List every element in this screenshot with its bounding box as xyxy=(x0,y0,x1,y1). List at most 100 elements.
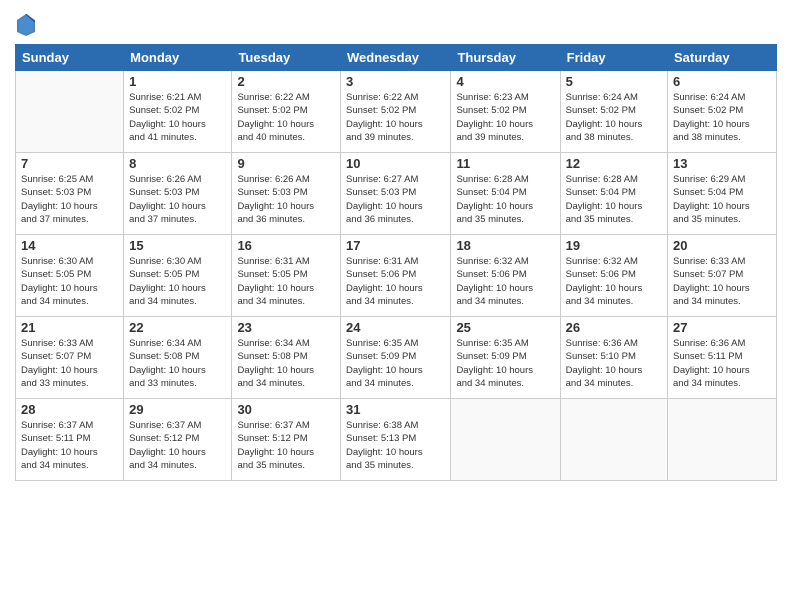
weekday-header: Thursday xyxy=(451,45,560,71)
day-number: 12 xyxy=(566,156,662,171)
day-number: 4 xyxy=(456,74,554,89)
calendar-cell: 28 Sunrise: 6:37 AM Sunset: 5:11 PM Dayli… xyxy=(16,399,124,481)
day-info: Sunrise: 6:36 AM Sunset: 5:10 PM Dayligh… xyxy=(566,337,662,390)
day-info: Sunrise: 6:23 AM Sunset: 5:02 PM Dayligh… xyxy=(456,91,554,144)
day-number: 24 xyxy=(346,320,445,335)
calendar-cell: 30 Sunrise: 6:37 AM Sunset: 5:12 PM Dayli… xyxy=(232,399,341,481)
day-number: 19 xyxy=(566,238,662,253)
weekday-header-row: SundayMondayTuesdayWednesdayThursdayFrid… xyxy=(16,45,777,71)
calendar: SundayMondayTuesdayWednesdayThursdayFrid… xyxy=(15,44,777,481)
day-number: 29 xyxy=(129,402,226,417)
day-info: Sunrise: 6:29 AM Sunset: 5:04 PM Dayligh… xyxy=(673,173,771,226)
calendar-cell: 14 Sunrise: 6:30 AM Sunset: 5:05 PM Dayli… xyxy=(16,235,124,317)
day-number: 22 xyxy=(129,320,226,335)
calendar-cell: 1 Sunrise: 6:21 AM Sunset: 5:02 PM Daylig… xyxy=(124,71,232,153)
calendar-cell: 18 Sunrise: 6:32 AM Sunset: 5:06 PM Dayli… xyxy=(451,235,560,317)
calendar-cell xyxy=(560,399,667,481)
calendar-cell: 7 Sunrise: 6:25 AM Sunset: 5:03 PM Daylig… xyxy=(16,153,124,235)
weekday-header: Friday xyxy=(560,45,667,71)
day-info: Sunrise: 6:24 AM Sunset: 5:02 PM Dayligh… xyxy=(566,91,662,144)
logo-icon xyxy=(17,14,35,36)
day-number: 14 xyxy=(21,238,118,253)
day-number: 25 xyxy=(456,320,554,335)
day-number: 16 xyxy=(237,238,335,253)
day-number: 9 xyxy=(237,156,335,171)
day-info: Sunrise: 6:21 AM Sunset: 5:02 PM Dayligh… xyxy=(129,91,226,144)
day-number: 17 xyxy=(346,238,445,253)
calendar-cell: 6 Sunrise: 6:24 AM Sunset: 5:02 PM Daylig… xyxy=(668,71,777,153)
day-info: Sunrise: 6:36 AM Sunset: 5:11 PM Dayligh… xyxy=(673,337,771,390)
calendar-cell: 20 Sunrise: 6:33 AM Sunset: 5:07 PM Dayli… xyxy=(668,235,777,317)
calendar-cell: 22 Sunrise: 6:34 AM Sunset: 5:08 PM Dayli… xyxy=(124,317,232,399)
day-info: Sunrise: 6:38 AM Sunset: 5:13 PM Dayligh… xyxy=(346,419,445,472)
day-info: Sunrise: 6:30 AM Sunset: 5:05 PM Dayligh… xyxy=(129,255,226,308)
day-info: Sunrise: 6:32 AM Sunset: 5:06 PM Dayligh… xyxy=(456,255,554,308)
calendar-cell: 11 Sunrise: 6:28 AM Sunset: 5:04 PM Dayli… xyxy=(451,153,560,235)
day-info: Sunrise: 6:37 AM Sunset: 5:11 PM Dayligh… xyxy=(21,419,118,472)
day-number: 8 xyxy=(129,156,226,171)
calendar-cell: 24 Sunrise: 6:35 AM Sunset: 5:09 PM Dayli… xyxy=(341,317,451,399)
day-info: Sunrise: 6:32 AM Sunset: 5:06 PM Dayligh… xyxy=(566,255,662,308)
weekday-header: Saturday xyxy=(668,45,777,71)
calendar-cell: 21 Sunrise: 6:33 AM Sunset: 5:07 PM Dayli… xyxy=(16,317,124,399)
day-number: 20 xyxy=(673,238,771,253)
day-number: 15 xyxy=(129,238,226,253)
calendar-cell: 23Sunrise: 6:34 AM Sunset: 5:08 PM Dayli… xyxy=(232,317,341,399)
day-number: 11 xyxy=(456,156,554,171)
day-info: Sunrise: 6:30 AM Sunset: 5:05 PM Dayligh… xyxy=(21,255,118,308)
day-number: 26 xyxy=(566,320,662,335)
day-info: Sunrise: 6:35 AM Sunset: 5:09 PM Dayligh… xyxy=(346,337,445,390)
day-number: 21 xyxy=(21,320,118,335)
day-number: 1 xyxy=(129,74,226,89)
calendar-week-row: 14 Sunrise: 6:30 AM Sunset: 5:05 PM Dayli… xyxy=(16,235,777,317)
day-number: 27 xyxy=(673,320,771,335)
calendar-cell: 13Sunrise: 6:29 AM Sunset: 5:04 PM Dayli… xyxy=(668,153,777,235)
day-info: Sunrise: 6:33 AM Sunset: 5:07 PM Dayligh… xyxy=(673,255,771,308)
day-number: 5 xyxy=(566,74,662,89)
day-number: 23 xyxy=(237,320,335,335)
day-info: Sunrise: 6:22 AM Sunset: 5:02 PM Dayligh… xyxy=(237,91,335,144)
day-number: 28 xyxy=(21,402,118,417)
day-info: Sunrise: 6:35 AM Sunset: 5:09 PM Dayligh… xyxy=(456,337,554,390)
day-info: Sunrise: 6:37 AM Sunset: 5:12 PM Dayligh… xyxy=(237,419,335,472)
weekday-header: Sunday xyxy=(16,45,124,71)
calendar-cell: 4 Sunrise: 6:23 AM Sunset: 5:02 PM Daylig… xyxy=(451,71,560,153)
calendar-cell xyxy=(668,399,777,481)
calendar-cell: 27 Sunrise: 6:36 AM Sunset: 5:11 PM Dayli… xyxy=(668,317,777,399)
weekday-header: Wednesday xyxy=(341,45,451,71)
day-number: 18 xyxy=(456,238,554,253)
calendar-cell: 5 Sunrise: 6:24 AM Sunset: 5:02 PM Daylig… xyxy=(560,71,667,153)
page: SundayMondayTuesdayWednesdayThursdayFrid… xyxy=(0,0,792,612)
calendar-cell: 19 Sunrise: 6:32 AM Sunset: 5:06 PM Dayli… xyxy=(560,235,667,317)
calendar-cell xyxy=(451,399,560,481)
day-number: 3 xyxy=(346,74,445,89)
calendar-cell: 8 Sunrise: 6:26 AM Sunset: 5:03 PM Daylig… xyxy=(124,153,232,235)
day-info: Sunrise: 6:34 AM Sunset: 5:08 PM Dayligh… xyxy=(129,337,226,390)
day-info: Sunrise: 6:31 AM Sunset: 5:05 PM Dayligh… xyxy=(237,255,335,308)
day-info: Sunrise: 6:25 AM Sunset: 5:03 PM Dayligh… xyxy=(21,173,118,226)
calendar-cell: 16 Sunrise: 6:31 AM Sunset: 5:05 PM Dayli… xyxy=(232,235,341,317)
day-info: Sunrise: 6:26 AM Sunset: 5:03 PM Dayligh… xyxy=(129,173,226,226)
day-number: 31 xyxy=(346,402,445,417)
day-info: Sunrise: 6:24 AM Sunset: 5:02 PM Dayligh… xyxy=(673,91,771,144)
header xyxy=(15,10,777,36)
calendar-week-row: 1 Sunrise: 6:21 AM Sunset: 5:02 PM Daylig… xyxy=(16,71,777,153)
day-info: Sunrise: 6:28 AM Sunset: 5:04 PM Dayligh… xyxy=(456,173,554,226)
weekday-header: Monday xyxy=(124,45,232,71)
day-number: 10 xyxy=(346,156,445,171)
day-info: Sunrise: 6:27 AM Sunset: 5:03 PM Dayligh… xyxy=(346,173,445,226)
calendar-cell: 17Sunrise: 6:31 AM Sunset: 5:06 PM Dayli… xyxy=(341,235,451,317)
calendar-cell: 26 Sunrise: 6:36 AM Sunset: 5:10 PM Dayli… xyxy=(560,317,667,399)
calendar-cell: 15 Sunrise: 6:30 AM Sunset: 5:05 PM Dayli… xyxy=(124,235,232,317)
calendar-cell: 2 Sunrise: 6:22 AM Sunset: 5:02 PM Daylig… xyxy=(232,71,341,153)
day-info: Sunrise: 6:26 AM Sunset: 5:03 PM Dayligh… xyxy=(237,173,335,226)
calendar-cell: 31 Sunrise: 6:38 AM Sunset: 5:13 PM Dayli… xyxy=(341,399,451,481)
day-number: 6 xyxy=(673,74,771,89)
day-info: Sunrise: 6:22 AM Sunset: 5:02 PM Dayligh… xyxy=(346,91,445,144)
day-number: 7 xyxy=(21,156,118,171)
day-number: 30 xyxy=(237,402,335,417)
calendar-cell: 3 Sunrise: 6:22 AM Sunset: 5:02 PM Daylig… xyxy=(341,71,451,153)
day-info: Sunrise: 6:33 AM Sunset: 5:07 PM Dayligh… xyxy=(21,337,118,390)
day-number: 2 xyxy=(237,74,335,89)
calendar-cell: 29Sunrise: 6:37 AM Sunset: 5:12 PM Dayli… xyxy=(124,399,232,481)
